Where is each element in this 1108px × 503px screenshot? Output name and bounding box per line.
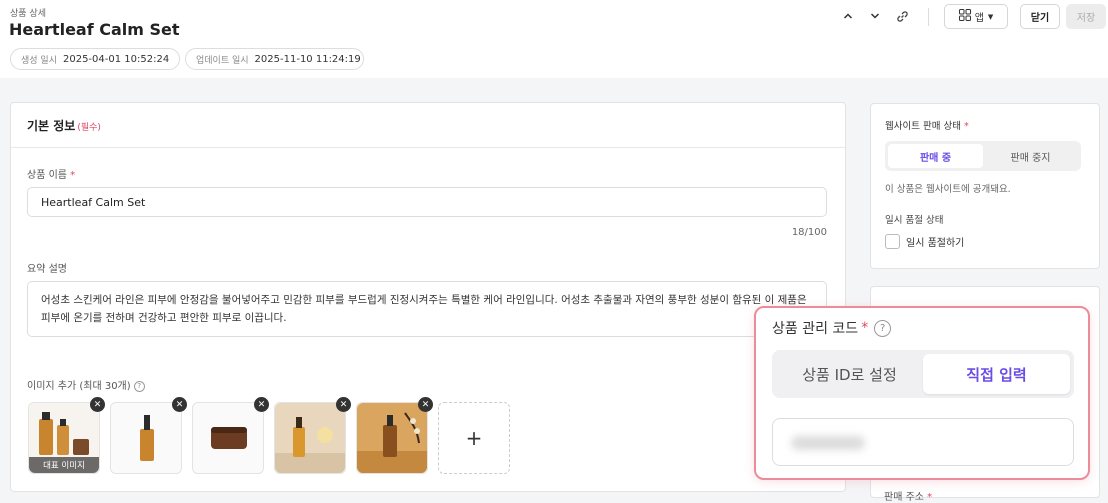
product-image-thumbnail <box>357 403 427 473</box>
save-button[interactable]: 저장 <box>1066 4 1106 29</box>
basic-info-title: 기본 정보 (필수) <box>27 117 101 134</box>
sale-status-card: 웹사이트 판매 상태 * 판매 중 판매 중지 이 상품은 웹사이트에 공개돼요… <box>870 103 1100 269</box>
help-icon[interactable]: ? <box>874 319 892 337</box>
updated-at-label: 업데이트 일시 <box>196 55 249 66</box>
product-code-panel: 상품 관리 코드 *? 상품 ID로 설정 직접 입력 <box>754 306 1090 480</box>
product-name-label: 상품 이름 * <box>27 166 75 181</box>
product-code-title: 상품 관리 코드 *? <box>772 318 892 338</box>
summary-label: 요약 설명 <box>27 264 67 275</box>
product-name-label-text: 상품 이름 <box>27 170 67 181</box>
product-code-title-text: 상품 관리 코드 <box>772 321 859 337</box>
remove-image-icon[interactable]: ✕ <box>254 397 269 412</box>
remove-image-icon[interactable]: ✕ <box>90 397 105 412</box>
close-button[interactable]: 닫기 <box>1020 4 1060 29</box>
representative-image-label: 대표 이미지 <box>29 457 99 473</box>
required-star: * <box>70 170 76 181</box>
required-star: * <box>861 320 869 336</box>
app-menu-label: 앱 <box>974 13 984 24</box>
required-star: * <box>964 121 969 132</box>
page-title: Heartleaf Calm Set <box>9 20 180 39</box>
remove-image-icon[interactable]: ✕ <box>336 397 351 412</box>
sale-status-label-text: 웹사이트 판매 상태 <box>885 121 961 132</box>
summary-textarea[interactable]: 어성초 스킨케어 라인은 피부에 안정감을 불어넣어주고 민감한 피부를 부드럽… <box>27 281 827 337</box>
manual-input-option[interactable]: 직접 입력 <box>923 354 1070 394</box>
images-label-text: 이미지 추가 (최대 30개) <box>27 381 131 392</box>
soldout-label: 일시 품절 상태 <box>885 215 944 226</box>
remove-image-icon[interactable]: ✕ <box>172 397 187 412</box>
created-at-value: 2025-04-01 10:52:24 <box>62 53 170 65</box>
page-header: 상품 상세 Heartleaf Calm Set 생성 일시 2025-04-0… <box>0 0 1108 78</box>
product-image-thumbnail <box>193 403 263 473</box>
images-label: 이미지 추가 (최대 30개)? <box>27 377 145 392</box>
chevron-down-icon[interactable] <box>866 7 884 25</box>
basic-info-heading: 기본 정보 <box>27 119 76 133</box>
sale-status-label: 웹사이트 판매 상태 * <box>885 118 969 132</box>
updated-at-value: 2025-11-10 11:24:19 <box>254 53 361 65</box>
product-image-3[interactable]: ✕ <box>192 397 269 474</box>
product-name-input[interactable]: Heartleaf Calm Set <box>27 187 827 217</box>
remove-image-icon[interactable]: ✕ <box>418 397 433 412</box>
basic-info-card: 기본 정보 (필수) 상품 이름 * Heartleaf Calm Set 18/… <box>10 102 846 492</box>
chevron-up-icon[interactable] <box>839 7 857 25</box>
updated-at-chip: 업데이트 일시 2025-11-10 11:24:19 <box>185 48 364 70</box>
product-image-5[interactable]: ✕ <box>356 397 433 474</box>
created-at-chip: 생성 일시 2025-04-01 10:52:24 <box>10 48 180 70</box>
section-divider <box>11 147 845 148</box>
add-image-button[interactable]: + <box>438 402 510 474</box>
product-code-mode-toggle: 상품 ID로 설정 직접 입력 <box>772 350 1074 398</box>
blurred-value <box>791 436 865 450</box>
product-image-thumbnail <box>111 403 181 473</box>
sale-status-off-option[interactable]: 판매 중지 <box>983 144 1078 168</box>
product-code-input[interactable] <box>772 418 1074 466</box>
soldout-checkbox-label: 일시 품절하기 <box>906 238 965 249</box>
header-divider <box>928 8 929 26</box>
app-menu-button[interactable]: 앱 ▼ <box>944 4 1008 29</box>
product-image-thumbnail <box>275 403 345 473</box>
help-icon[interactable]: ? <box>133 380 145 392</box>
soldout-checkbox[interactable] <box>885 234 900 249</box>
product-id-option[interactable]: 상품 ID로 설정 <box>776 354 923 394</box>
product-image-2[interactable]: ✕ <box>110 397 187 474</box>
product-name-counter: 18/100 <box>791 227 827 238</box>
sale-status-hint: 이 상품은 웹사이트에 공개돼요. <box>885 184 1011 195</box>
product-image-4[interactable]: ✕ <box>274 397 351 474</box>
breadcrumb[interactable]: 상품 상세 <box>10 6 46 19</box>
sale-url-label: 판매 주소 * <box>884 488 932 503</box>
required-tag: (필수) <box>77 123 101 133</box>
product-image-1[interactable]: 대표 이미지 ✕ <box>28 397 105 474</box>
link-icon[interactable] <box>893 7 911 25</box>
sale-status-toggle: 판매 중 판매 중지 <box>885 141 1081 171</box>
created-at-label: 생성 일시 <box>21 55 57 66</box>
apps-icon <box>958 9 971 24</box>
caret-down-icon: ▼ <box>987 12 994 21</box>
sale-status-on-option[interactable]: 판매 중 <box>888 144 983 168</box>
soldout-checkbox-row[interactable]: 일시 품절하기 <box>885 234 964 249</box>
